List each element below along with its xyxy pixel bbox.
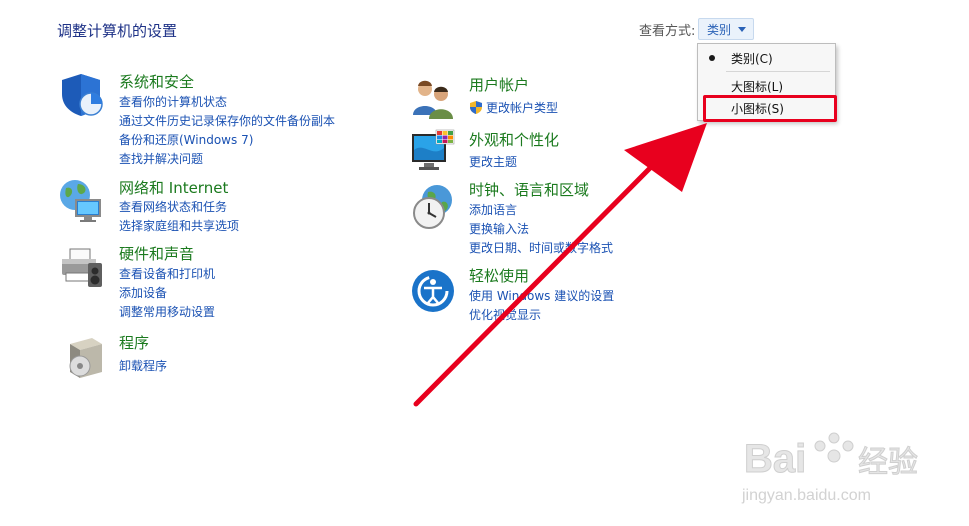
svg-text:Bai: Bai: [744, 437, 806, 481]
baidu-watermark-logo: Bai 经验 jingyan.baidu.com: [738, 422, 919, 512]
svg-text:jingyan.baidu.com: jingyan.baidu.com: [741, 487, 871, 504]
svg-text:经验: 经验: [858, 445, 918, 480]
